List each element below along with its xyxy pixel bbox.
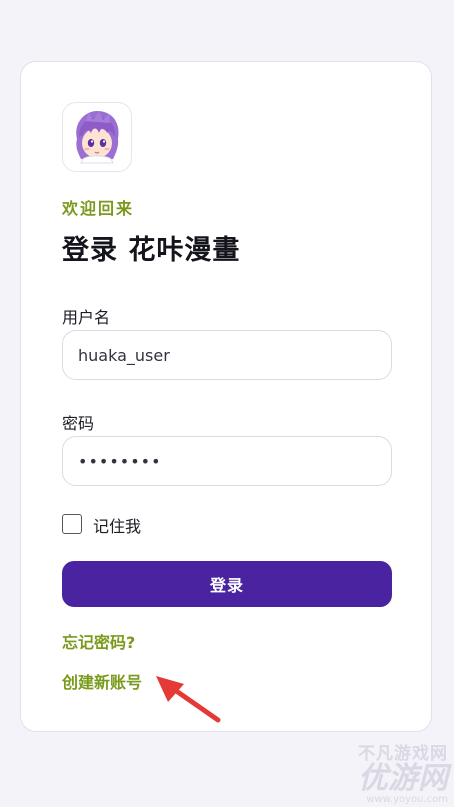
app-logo xyxy=(62,102,132,172)
password-input[interactable] xyxy=(62,436,392,486)
create-account-link[interactable]: 创建新账号 xyxy=(62,669,142,693)
page-title: 登录 花咔漫畫 xyxy=(62,235,241,266)
username-input[interactable] xyxy=(62,330,392,380)
login-button[interactable]: 登录 xyxy=(62,561,392,607)
anime-avatar-logo-icon xyxy=(76,111,119,164)
watermark-url-text: www.yoyou.com xyxy=(366,794,448,805)
red-pointer-arrow-icon xyxy=(156,676,221,723)
welcome-text: 欢迎回来 xyxy=(62,199,135,218)
remember-me-label[interactable]: 记住我 xyxy=(93,513,141,537)
login-card: 欢迎回来 登录 花咔漫畫 用户名 密码 记住我 登录 忘记密码? 创建新账号 xyxy=(20,61,432,732)
watermark-main-text: 优游网 xyxy=(358,761,448,796)
forgot-password-link[interactable]: 忘记密码? xyxy=(62,629,135,653)
watermark: 不凡游戏网 优游网 www.yoyou.com xyxy=(358,739,448,805)
password-label: 密码 xyxy=(62,414,95,433)
remember-me-checkbox[interactable] xyxy=(62,514,82,534)
username-label: 用户名 xyxy=(62,308,111,327)
